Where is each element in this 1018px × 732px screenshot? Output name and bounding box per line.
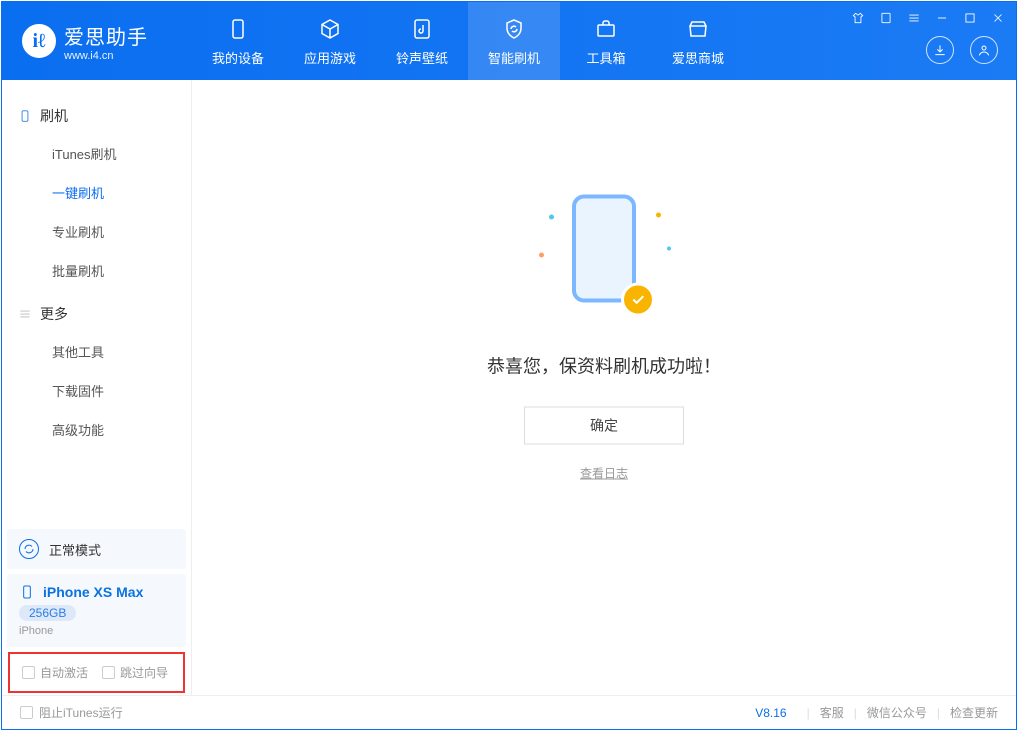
checkbox-label: 自动激活 bbox=[40, 664, 88, 681]
sidebar-item-oneclick[interactable]: 一键刷机 bbox=[2, 173, 191, 212]
app-name: 爱思助手 bbox=[64, 21, 148, 50]
sidebar-item-advanced[interactable]: 高级功能 bbox=[2, 410, 191, 449]
sidebar-item-download-fw[interactable]: 下载固件 bbox=[2, 371, 191, 410]
tab-my-device[interactable]: 我的设备 bbox=[192, 2, 284, 80]
shirt-icon[interactable] bbox=[850, 10, 866, 26]
wechat-link[interactable]: 微信公众号 bbox=[867, 704, 927, 721]
checkbox-auto-activate[interactable]: 自动激活 bbox=[22, 664, 88, 681]
success-message: 恭喜您，保资料刷机成功啦！ bbox=[424, 353, 784, 379]
maximize-icon[interactable] bbox=[962, 10, 978, 26]
sidebar-item-other-tools[interactable]: 其他工具 bbox=[2, 332, 191, 371]
ok-button[interactable]: 确定 bbox=[524, 407, 684, 445]
music-file-icon bbox=[409, 16, 435, 42]
success-panel: 恭喜您，保资料刷机成功啦！ 确定 查看日志 bbox=[424, 195, 784, 482]
briefcase-icon bbox=[593, 16, 619, 42]
logo-icon: iℓ bbox=[22, 24, 56, 58]
tab-ringtones[interactable]: 铃声壁纸 bbox=[376, 2, 468, 80]
device-storage: 256GB bbox=[19, 605, 76, 621]
checkbox-icon bbox=[102, 666, 115, 679]
tab-label: 我的设备 bbox=[212, 48, 264, 67]
window-controls bbox=[850, 10, 1006, 26]
account-button[interactable] bbox=[970, 36, 998, 64]
success-illustration bbox=[529, 195, 679, 325]
menu-icon[interactable] bbox=[906, 10, 922, 26]
sidebar-group-more: 更多 bbox=[2, 296, 191, 332]
tab-store[interactable]: 爱思商城 bbox=[652, 2, 744, 80]
status-bar: 阻止iTunes运行 V8.16 | 客服 | 微信公众号 | 检查更新 bbox=[2, 695, 1016, 729]
phone-icon bbox=[225, 16, 251, 42]
sidebar-item-itunes[interactable]: iTunes刷机 bbox=[2, 134, 191, 173]
flash-options-highlighted: 自动激活 跳过向导 bbox=[8, 652, 185, 693]
check-update-link[interactable]: 检查更新 bbox=[950, 704, 998, 721]
tab-label: 铃声壁纸 bbox=[396, 48, 448, 67]
titlebar: iℓ 爱思助手 www.i4.cn 我的设备 应用游戏 铃声壁纸 智能刷机 bbox=[2, 2, 1016, 80]
minimize-icon[interactable] bbox=[934, 10, 950, 26]
refresh-shield-icon bbox=[501, 16, 527, 42]
checkbox-label: 跳过向导 bbox=[120, 664, 168, 681]
note-icon[interactable] bbox=[878, 10, 894, 26]
device-mode-card[interactable]: 正常模式 bbox=[7, 529, 186, 569]
tab-smart-flash[interactable]: 智能刷机 bbox=[468, 2, 560, 80]
close-icon[interactable] bbox=[990, 10, 1006, 26]
sidebar-item-pro[interactable]: 专业刷机 bbox=[2, 212, 191, 251]
logo-area: iℓ 爱思助手 www.i4.cn bbox=[2, 21, 192, 62]
sidebar-group-label: 更多 bbox=[40, 304, 68, 324]
app-url: www.i4.cn bbox=[64, 50, 148, 62]
sync-icon bbox=[19, 539, 39, 559]
tab-label: 智能刷机 bbox=[488, 48, 540, 67]
phone-icon bbox=[19, 584, 35, 600]
checkbox-block-itunes[interactable]: 阻止iTunes运行 bbox=[20, 704, 123, 721]
sidebar-group-flash: 刷机 bbox=[2, 98, 191, 134]
store-icon bbox=[685, 16, 711, 42]
main-content: 恭喜您，保资料刷机成功啦！ 确定 查看日志 bbox=[192, 80, 1016, 695]
tab-label: 应用游戏 bbox=[304, 48, 356, 67]
device-mode-label: 正常模式 bbox=[49, 540, 101, 559]
device-name: iPhone XS Max bbox=[43, 584, 143, 600]
checkbox-icon bbox=[22, 666, 35, 679]
sidebar: 刷机 iTunes刷机 一键刷机 专业刷机 批量刷机 更多 其他工具 下载固件 … bbox=[2, 80, 192, 695]
tab-label: 工具箱 bbox=[586, 48, 625, 67]
checkbox-label: 阻止iTunes运行 bbox=[39, 704, 123, 721]
download-button[interactable] bbox=[926, 36, 954, 64]
sidebar-group-label: 刷机 bbox=[40, 106, 68, 126]
checkbox-icon bbox=[20, 706, 33, 719]
device-info-card[interactable]: iPhone XS Max 256GB iPhone bbox=[7, 574, 186, 647]
tab-label: 爱思商城 bbox=[672, 48, 724, 67]
header-actions bbox=[926, 36, 998, 64]
sidebar-item-batch[interactable]: 批量刷机 bbox=[2, 251, 191, 290]
view-log-link[interactable]: 查看日志 bbox=[424, 465, 784, 482]
check-badge-icon bbox=[621, 283, 655, 317]
list-icon bbox=[18, 307, 32, 321]
cube-icon bbox=[317, 16, 343, 42]
checkbox-skip-guide[interactable]: 跳过向导 bbox=[102, 664, 168, 681]
device-type: iPhone bbox=[19, 625, 174, 637]
top-tabs: 我的设备 应用游戏 铃声壁纸 智能刷机 工具箱 爱思商城 bbox=[192, 2, 744, 80]
tab-apps-games[interactable]: 应用游戏 bbox=[284, 2, 376, 80]
support-link[interactable]: 客服 bbox=[820, 704, 844, 721]
tab-toolbox[interactable]: 工具箱 bbox=[560, 2, 652, 80]
version-label: V8.16 bbox=[755, 706, 786, 720]
device-icon bbox=[18, 109, 32, 123]
